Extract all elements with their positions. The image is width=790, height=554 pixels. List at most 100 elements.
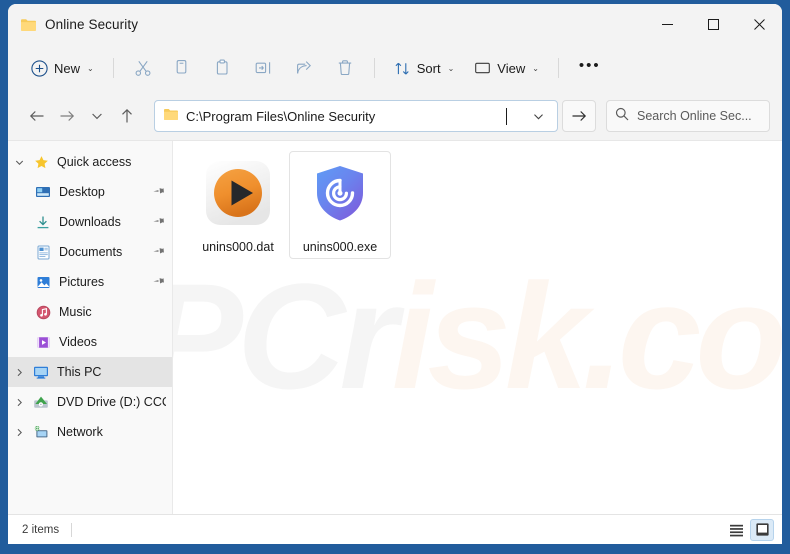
pin-icon[interactable] [150, 243, 167, 261]
sort-button[interactable]: Sort ⌄ [385, 52, 464, 84]
sidebar-item-label: Desktop [59, 185, 105, 199]
sidebar-item-pictures[interactable]: Pictures [8, 267, 172, 297]
command-bar: New ⌄ Sort ⌄ View ⌄ ••• [8, 44, 782, 92]
share-button[interactable] [285, 52, 324, 84]
file-name-label: unins000.dat [202, 240, 274, 254]
item-count-label: 2 items [22, 523, 60, 536]
chevron-down-icon: ⌄ [87, 63, 94, 73]
sidebar-item-label: Videos [59, 335, 97, 349]
chevron-down-icon[interactable] [8, 158, 30, 167]
this-pc-icon [30, 365, 52, 380]
more-options-button[interactable]: ••• [569, 52, 611, 84]
view-button[interactable]: View ⌄ [465, 52, 548, 84]
toolbar-divider [112, 58, 114, 78]
pin-icon[interactable] [150, 273, 167, 291]
chevron-right-icon[interactable] [8, 398, 30, 407]
file-explorer-window: Online Security New ⌄ Sort ⌄ View ⌄ ••• … [8, 4, 782, 544]
folder-icon [163, 107, 179, 126]
chevron-right-icon[interactable] [8, 368, 30, 377]
view-button-label: View [497, 60, 526, 76]
maximize-button[interactable] [690, 4, 736, 44]
go-button[interactable] [562, 100, 596, 132]
large-icons-view-icon[interactable] [750, 518, 774, 541]
copy-icon [174, 59, 192, 77]
minimize-button[interactable] [644, 4, 690, 44]
sidebar-item-videos[interactable]: Videos [8, 327, 172, 357]
pin-icon[interactable] [150, 183, 167, 201]
sidebar-item-label: DVD Drive (D:) CCCC [57, 395, 166, 409]
status-divider [71, 522, 73, 537]
music-icon [32, 305, 54, 320]
desktop-background: Online Security New ⌄ Sort ⌄ View ⌄ ••• … [0, 0, 790, 554]
status-bar: 2 items [8, 514, 782, 544]
address-dropdown-button[interactable] [525, 101, 551, 131]
sidebar-item-downloads[interactable]: Downloads [8, 207, 172, 237]
videos-icon [32, 335, 54, 350]
share-icon [295, 59, 314, 77]
explorer-body: Quick access Desktop Downloads Documents… [8, 140, 782, 514]
sidebar-item-desktop[interactable]: Desktop [8, 177, 172, 207]
address-bar[interactable]: C:\Program Files\Online Security [154, 100, 558, 132]
sidebar-item-music[interactable]: Music [8, 297, 172, 327]
file-item-unins000-exe[interactable]: unins000.exe [289, 151, 391, 259]
shield-app-icon [305, 158, 375, 228]
navigation-bar: C:\Program Files\Online Security Search … [8, 92, 782, 140]
sidebar-item-network[interactable]: Network [8, 417, 172, 447]
file-item-unins000-dat[interactable]: unins000.dat [187, 151, 289, 259]
list-view-icon[interactable] [724, 519, 748, 541]
scissors-icon [134, 59, 152, 77]
close-button[interactable] [736, 4, 782, 44]
sidebar-item-label: Documents [59, 245, 123, 259]
delete-button[interactable] [326, 52, 364, 84]
chevron-right-icon[interactable] [8, 428, 30, 437]
address-path-text: C:\Program Files\Online Security [186, 108, 376, 124]
forward-button[interactable] [52, 101, 82, 131]
monitor-icon [474, 60, 491, 77]
sidebar-item-documents[interactable]: Documents [8, 237, 172, 267]
sidebar-item-label: Quick access [57, 155, 132, 169]
documents-icon [32, 245, 54, 260]
chevron-down-icon: ⌄ [532, 63, 539, 73]
sidebar-item-this-pc[interactable]: This PC [8, 357, 172, 387]
title-bar: Online Security [8, 4, 782, 44]
pcrisk-watermark: PCrisk.com [173, 261, 782, 411]
back-button[interactable] [22, 101, 52, 131]
sidebar-item-label: Network [57, 425, 103, 439]
file-list-pane[interactable]: PCrisk.com [173, 141, 782, 514]
view-toggle-group [724, 518, 774, 541]
network-icon [30, 425, 52, 440]
navigation-pane: Quick access Desktop Downloads Documents… [8, 141, 173, 514]
sidebar-item-label: Downloads [59, 215, 121, 229]
chevron-down-icon: ⌄ [447, 63, 455, 73]
pin-icon[interactable] [150, 213, 167, 231]
text-cursor [506, 107, 507, 125]
new-button-label: New [54, 60, 81, 76]
trash-icon [336, 59, 354, 77]
rename-icon [254, 59, 273, 77]
dvd-drive-icon [30, 395, 52, 410]
clipboard-icon [214, 59, 232, 77]
paste-button[interactable] [204, 52, 242, 84]
search-box[interactable]: Search Online Sec... [606, 100, 770, 132]
copy-button[interactable] [164, 52, 202, 84]
up-button[interactable] [112, 101, 142, 131]
sidebar-item-dvd-drive[interactable]: DVD Drive (D:) CCCC [8, 387, 172, 417]
new-button[interactable]: New ⌄ [22, 52, 103, 84]
window-controls [644, 4, 782, 44]
window-title: Online Security [45, 16, 139, 32]
sort-arrows-icon [394, 60, 411, 77]
search-icon [615, 107, 629, 126]
search-input-placeholder: Search Online Sec... [637, 109, 752, 123]
toolbar-divider-3 [557, 58, 559, 78]
sidebar-item-label: Pictures [59, 275, 105, 289]
sort-button-label: Sort [416, 60, 441, 76]
watermark-text-b: isk.com [391, 252, 782, 420]
sidebar-item-label: This PC [57, 365, 102, 379]
rename-button[interactable] [244, 52, 283, 84]
desktop-icon [32, 185, 54, 200]
sidebar-item-quick-access[interactable]: Quick access [8, 147, 172, 177]
star-icon [30, 155, 52, 170]
file-name-label: unins000.exe [302, 240, 378, 254]
cut-button[interactable] [124, 52, 162, 84]
recent-locations-button[interactable] [82, 101, 112, 131]
